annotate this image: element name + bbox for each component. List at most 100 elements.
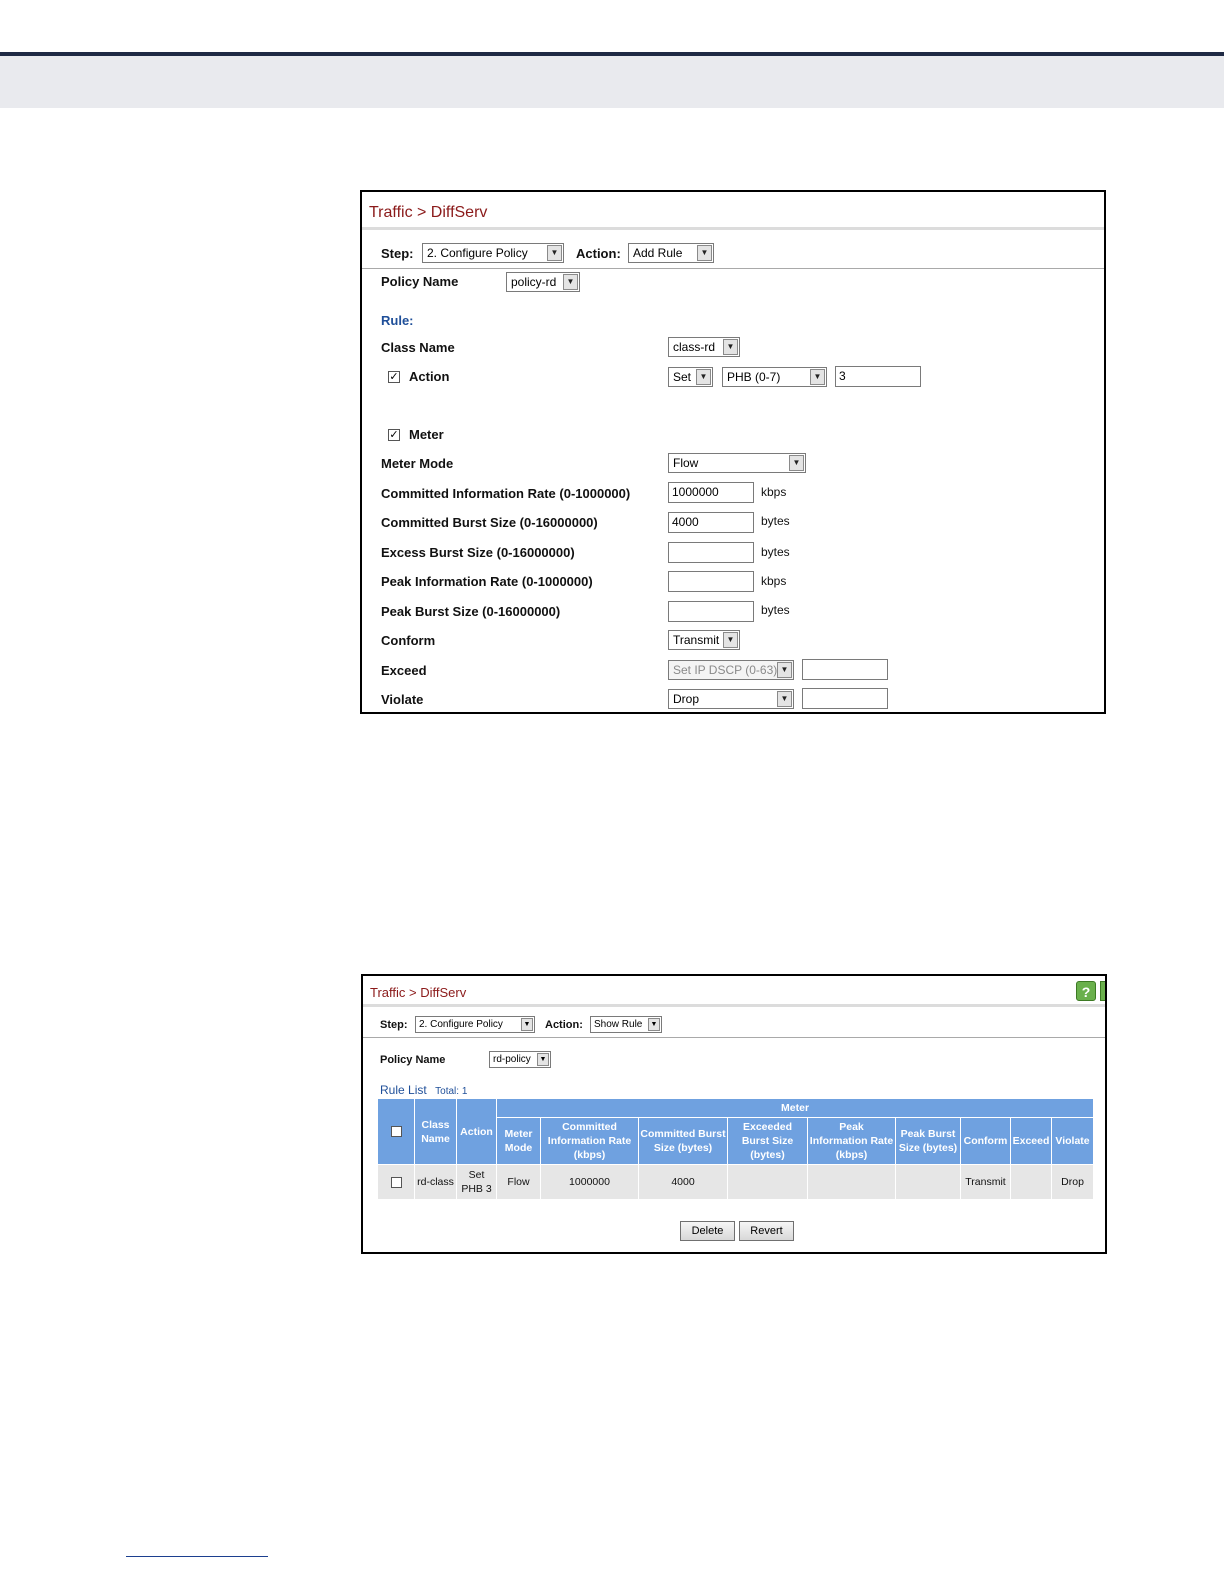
- cell-cir: 1000000: [540, 1164, 639, 1200]
- chevron-down-icon: ▼: [810, 369, 825, 385]
- action-row-label: Action: [409, 369, 450, 384]
- chevron-down-icon: ▼: [723, 339, 738, 355]
- step-divider: [362, 268, 1104, 269]
- select-all-checkbox[interactable]: [390, 1126, 402, 1138]
- check-icon: ✓: [389, 371, 399, 383]
- header-band: [0, 56, 1224, 108]
- pbs-input[interactable]: [668, 601, 754, 622]
- chevron-down-icon: ▼: [777, 691, 792, 707]
- add-rule-panel: Traffic > DiffServ Step: 2. Configure Po…: [360, 190, 1106, 714]
- cir-label: Committed Information Rate (0-1000000): [381, 486, 631, 501]
- cell-exceed: [1010, 1164, 1052, 1200]
- ebs-input[interactable]: [668, 542, 754, 563]
- row-checkbox[interactable]: [390, 1176, 402, 1188]
- col-conform: Conform: [960, 1117, 1011, 1165]
- chevron-down-icon: ▼: [547, 245, 562, 261]
- conform-select[interactable]: Transmit ▼: [668, 630, 740, 650]
- step-select-value: 2. Configure Policy: [419, 1019, 503, 1030]
- chevron-down-icon: ▼: [648, 1018, 660, 1031]
- toolbar-icon[interactable]: [1100, 981, 1105, 1001]
- chevron-down-icon: ▼: [723, 632, 738, 648]
- conform-label: Conform: [381, 633, 436, 648]
- exceed-select[interactable]: Set IP DSCP (0-63) ▼: [668, 660, 794, 680]
- cell-conform: Transmit: [960, 1164, 1011, 1200]
- table-row: rd-class Set PHB 3 Flow 1000000 4000 Tra…: [377, 1164, 1095, 1200]
- chevron-down-icon: ▼: [777, 662, 792, 678]
- exceed-value: Set IP DSCP (0-63): [673, 663, 778, 677]
- col-violate: Violate: [1050, 1117, 1095, 1165]
- conform-value: Transmit: [673, 633, 720, 647]
- meter-label: Meter: [409, 427, 444, 442]
- meter-group-header: Meter: [495, 1098, 1095, 1118]
- class-name-select[interactable]: class-rd ▼: [668, 337, 740, 357]
- pir-label: Peak Information Rate (0-1000000): [381, 574, 593, 589]
- class-name-label: Class Name: [381, 340, 455, 355]
- action-value-input[interactable]: 3: [835, 366, 921, 387]
- action-checkbox[interactable]: ✓: [388, 371, 400, 383]
- col-action: Action: [456, 1098, 497, 1165]
- cir-input[interactable]: 1000000: [668, 482, 754, 503]
- cell-action: Set PHB 3: [456, 1164, 497, 1200]
- meter-mode-select[interactable]: Flow ▼: [668, 453, 806, 473]
- action-select[interactable]: Show Rule ▼: [590, 1016, 662, 1033]
- ebs-label: Excess Burst Size (0-16000000): [381, 545, 575, 560]
- ebs-unit: bytes: [761, 545, 790, 559]
- policy-name-select[interactable]: rd-policy ▼: [489, 1051, 551, 1068]
- exceed-input[interactable]: [802, 659, 888, 680]
- chevron-down-icon: ▼: [537, 1053, 549, 1066]
- step-label: Step:: [380, 1019, 408, 1031]
- cbs-label: Committed Burst Size (0-16000000): [381, 515, 598, 530]
- violate-label: Violate: [381, 692, 424, 707]
- violate-select[interactable]: Drop ▼: [668, 689, 794, 709]
- meter-mode-value: Flow: [673, 456, 699, 470]
- step-select[interactable]: 2. Configure Policy ▼: [422, 243, 564, 263]
- policy-name-select[interactable]: policy-rd ▼: [506, 272, 580, 292]
- page-title: Traffic > DiffServ: [370, 985, 467, 1000]
- pir-input[interactable]: [668, 571, 754, 592]
- policy-name-value: rd-policy: [493, 1054, 531, 1065]
- row-checkbox-cell: [377, 1164, 415, 1200]
- chevron-down-icon: ▼: [696, 369, 711, 385]
- col-pbs: Peak Burst Size (bytes): [895, 1117, 961, 1165]
- action-type-select[interactable]: PHB (0-7) ▼: [722, 367, 827, 387]
- rule-section-header: Rule:: [381, 313, 414, 328]
- cell-meter-mode: Flow: [496, 1164, 541, 1200]
- policy-name-label: Policy Name: [380, 1054, 446, 1066]
- cbs-input[interactable]: 4000: [668, 512, 754, 533]
- chevron-down-icon: ▼: [697, 245, 712, 261]
- cell-class-name: rd-class: [414, 1164, 457, 1200]
- policy-name-label: Policy Name: [381, 274, 459, 289]
- meter-checkbox[interactable]: ✓: [388, 429, 400, 441]
- check-icon: ✓: [389, 429, 399, 441]
- delete-button[interactable]: Delete: [680, 1221, 735, 1241]
- revert-button[interactable]: Revert: [739, 1221, 794, 1241]
- page-title: Traffic > DiffServ: [369, 204, 488, 221]
- class-name-value: class-rd: [673, 340, 716, 354]
- title-divider: [363, 1004, 1105, 1007]
- violate-value: Drop: [673, 692, 700, 706]
- action-select[interactable]: Add Rule ▼: [628, 243, 714, 263]
- cbs-unit: bytes: [761, 514, 790, 528]
- cell-cbs: 4000: [638, 1164, 728, 1200]
- cell-ebs: [727, 1164, 808, 1200]
- violate-input[interactable]: [802, 688, 888, 709]
- cell-pbs: [895, 1164, 961, 1200]
- col-exceed: Exceed: [1010, 1117, 1052, 1165]
- step-select[interactable]: 2. Configure Policy ▼: [415, 1016, 535, 1033]
- show-rule-panel: Traffic > DiffServ ? Step: 2. Configure …: [361, 974, 1107, 1254]
- pbs-label: Peak Burst Size (0-16000000): [381, 604, 561, 619]
- action-select-value: Add Rule: [633, 246, 683, 260]
- cell-violate: Drop: [1050, 1164, 1095, 1200]
- help-icon[interactable]: ?: [1076, 981, 1096, 1001]
- action-type-value: PHB (0-7): [727, 370, 781, 384]
- policy-name-value: policy-rd: [511, 275, 557, 289]
- col-class-name: Class Name: [414, 1098, 457, 1165]
- rule-list-label: Rule List: [380, 1083, 427, 1097]
- col-cbs: Committed Burst Size (bytes): [638, 1117, 728, 1165]
- action-label: Action:: [545, 1019, 583, 1031]
- cell-pir: [807, 1164, 896, 1200]
- select-all-header: [377, 1098, 415, 1165]
- action-set-select[interactable]: Set ▼: [668, 367, 713, 387]
- col-pir: Peak Information Rate (kbps): [807, 1117, 896, 1165]
- step-select-value: 2. Configure Policy: [427, 246, 528, 260]
